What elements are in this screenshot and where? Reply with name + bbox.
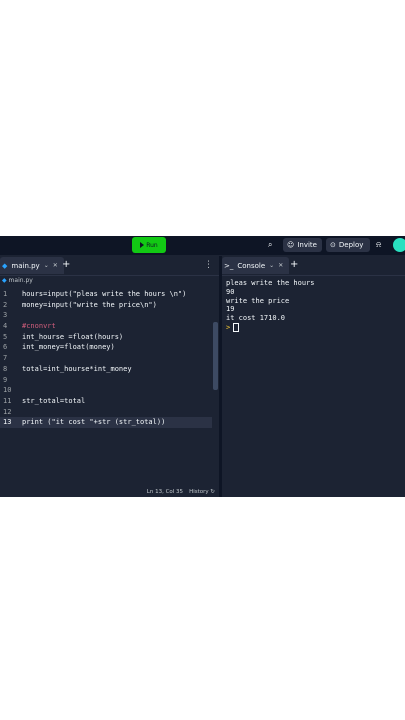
- console-line: it cost 1710.0: [226, 314, 286, 323]
- code-text: int_money=float(money): [22, 343, 115, 352]
- new-tab-plus-icon[interactable]: +: [290, 259, 298, 271]
- run-button[interactable]: Run: [132, 237, 166, 253]
- line-number: 11: [3, 396, 12, 405]
- python-file-icon: ◆: [2, 277, 7, 284]
- invite-button[interactable]: ☺ Invite: [283, 238, 322, 252]
- console-line: 19: [226, 305, 235, 314]
- line-number: 7: [3, 354, 8, 363]
- breadcrumb[interactable]: ◆ main.py: [2, 277, 33, 284]
- editor-scrollbar[interactable]: [213, 322, 218, 390]
- line-number: 9: [3, 375, 8, 384]
- cursor-position[interactable]: Ln 13, Col 35: [147, 489, 183, 495]
- tab-label: main.py: [11, 261, 40, 270]
- line-number: 8: [3, 364, 8, 373]
- history-label: History: [189, 489, 209, 495]
- editor-pane: ◆ main.py ⌄ ✕ + ⋮ ◆ main.py 1 hours=input…: [0, 256, 219, 497]
- code-text: int_hourse =float(hours): [22, 332, 124, 341]
- tab-console[interactable]: >_ Console ⌄ ✕: [222, 257, 290, 274]
- console-line: 90: [226, 287, 235, 296]
- line-number: 3: [3, 311, 8, 320]
- line-number: 12: [3, 407, 12, 416]
- code-line[interactable]: 5 int_hourse =float(hours): [0, 332, 212, 343]
- avatar[interactable]: [393, 238, 405, 252]
- more-options-icon[interactable]: ⋮: [204, 259, 213, 271]
- console-prompt-line[interactable]: >: [226, 322, 315, 332]
- new-tab-plus-icon[interactable]: +: [62, 259, 70, 271]
- code-line[interactable]: 7: [0, 353, 212, 364]
- code-text: print ("it cost "+str (str_total)): [22, 418, 166, 427]
- code-line[interactable]: 4 #cnonvrt: [0, 321, 212, 332]
- line-number: 6: [3, 343, 8, 352]
- invite-label: Invite: [297, 241, 317, 249]
- line-number: 5: [3, 332, 8, 341]
- history-icon: ↻: [210, 489, 215, 495]
- terminal-icon: >_: [224, 261, 234, 270]
- deploy-label: Deploy: [338, 241, 364, 249]
- line-number: 10: [3, 386, 12, 395]
- breadcrumb-label: main.py: [8, 277, 33, 284]
- deploy-icon: ⊙: [330, 241, 336, 249]
- deploy-button[interactable]: ⊙ Deploy: [326, 238, 370, 252]
- code-line[interactable]: 2 money=input("write the price\n"): [0, 300, 212, 311]
- search-icon[interactable]: ⌕: [268, 239, 272, 251]
- code-line[interactable]: 10: [0, 385, 212, 396]
- code-comment: #cnonvrt: [22, 322, 56, 331]
- code-text: money=input("write the price\n"): [22, 300, 157, 309]
- chevron-down-icon[interactable]: ⌄: [44, 262, 49, 269]
- console-line: pleas write the hours: [226, 279, 315, 287]
- code-line[interactable]: 1 hours=input("pleas write the hours \n"): [0, 289, 212, 300]
- code-text: hours=input("pleas write the hours \n"): [22, 290, 187, 298]
- code-line[interactable]: 8 total=int_hourse*int_money: [0, 364, 212, 375]
- prompt-symbol: >: [226, 323, 231, 332]
- bell-icon[interactable]: ⍾: [376, 239, 381, 251]
- console-line: write the price: [226, 296, 290, 305]
- code-editor[interactable]: 1 hours=input("pleas write the hours \n")…: [0, 289, 212, 428]
- code-line[interactable]: 11 str_total=total: [0, 396, 212, 407]
- run-label: Run: [146, 241, 158, 249]
- code-line[interactable]: 6 int_money=float(money): [0, 342, 212, 353]
- history-button[interactable]: History ↻: [189, 489, 215, 495]
- code-text: total=int_hourse*int_money: [22, 364, 132, 373]
- tab-label: Console: [237, 261, 266, 270]
- replit-workspace: Run ⌕ ☺ Invite ⊙ Deploy ⍾ ◆ main.py ⌄ ✕ …: [0, 236, 405, 497]
- code-line-active[interactable]: 13 print ("it cost "+str (str_total)): [0, 417, 212, 428]
- line-number: 2: [3, 300, 8, 309]
- editor-status-bar: Ln 13, Col 35 History ↻: [147, 489, 215, 495]
- line-number: 1: [3, 290, 8, 298]
- tab-main-py[interactable]: ◆ main.py ⌄ ✕: [0, 257, 64, 274]
- code-line[interactable]: 12: [0, 407, 212, 418]
- console-pane: >_ Console ⌄ ✕ + pleas write the hours 9…: [222, 256, 405, 497]
- code-line[interactable]: 9: [0, 375, 212, 386]
- console-output[interactable]: pleas write the hours 90 write the price…: [226, 279, 315, 332]
- line-number: 4: [3, 322, 8, 331]
- chevron-down-icon[interactable]: ⌄: [269, 262, 274, 269]
- editor-tabbar: ◆ main.py ⌄ ✕ + ⋮: [0, 256, 219, 276]
- add-person-icon: ☺: [287, 241, 295, 249]
- code-text: str_total=total: [22, 396, 86, 405]
- top-bar: Run ⌕ ☺ Invite ⊙ Deploy ⍾: [0, 236, 405, 255]
- python-file-icon: ◆: [2, 261, 8, 270]
- close-icon[interactable]: ✕: [278, 262, 283, 269]
- play-icon: [140, 242, 145, 248]
- close-icon[interactable]: ✕: [53, 262, 58, 269]
- console-tabbar: >_ Console ⌄ ✕ +: [222, 256, 405, 276]
- line-number: 13: [3, 418, 12, 427]
- text-cursor: [233, 322, 240, 332]
- code-line[interactable]: 3: [0, 310, 212, 321]
